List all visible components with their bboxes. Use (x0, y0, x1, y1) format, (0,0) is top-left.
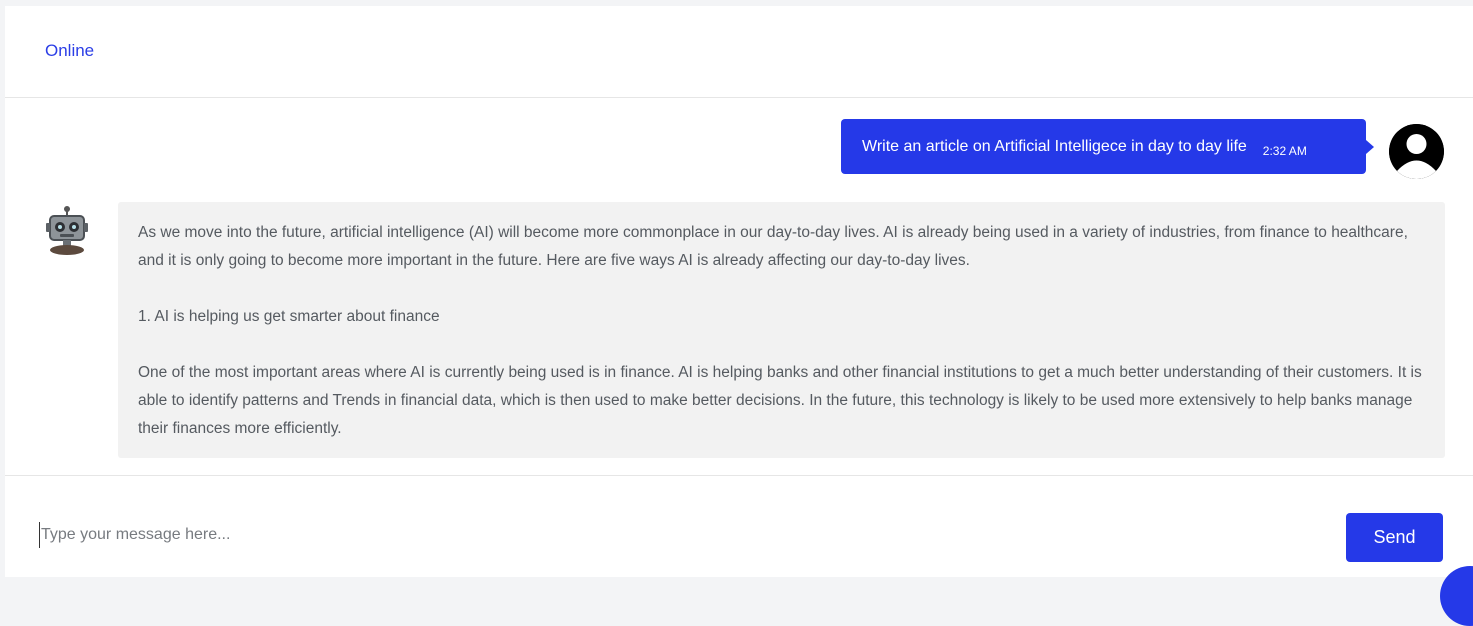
bot-message-paragraph: 1. AI is helping us get smarter about fi… (138, 308, 440, 325)
user-silhouette-icon (1389, 124, 1444, 179)
send-button[interactable]: Send (1346, 513, 1443, 562)
bot-message-bubble: As we move into the future, artificial i… (118, 202, 1445, 458)
bot-message-paragraph: As we move into the future, artificial i… (138, 224, 1408, 269)
user-message-bubble: Write an article on Artificial Intellige… (841, 119, 1374, 174)
chat-window: Online Write an article on Artificial In… (5, 6, 1473, 577)
message-list[interactable]: Write an article on Artificial Intellige… (5, 98, 1473, 475)
user-message-time: 2:32 AM (1262, 144, 1307, 158)
bot-message-paragraph: One of the most important areas where AI… (138, 364, 1422, 437)
message-composer: Send (5, 475, 1473, 577)
online-status: Online (45, 41, 95, 60)
message-input[interactable] (39, 522, 1239, 548)
chat-header: Online (5, 6, 1473, 98)
user-message-text: Write an article on Artificial Intellige… (862, 137, 1247, 155)
robot-icon (45, 206, 89, 256)
